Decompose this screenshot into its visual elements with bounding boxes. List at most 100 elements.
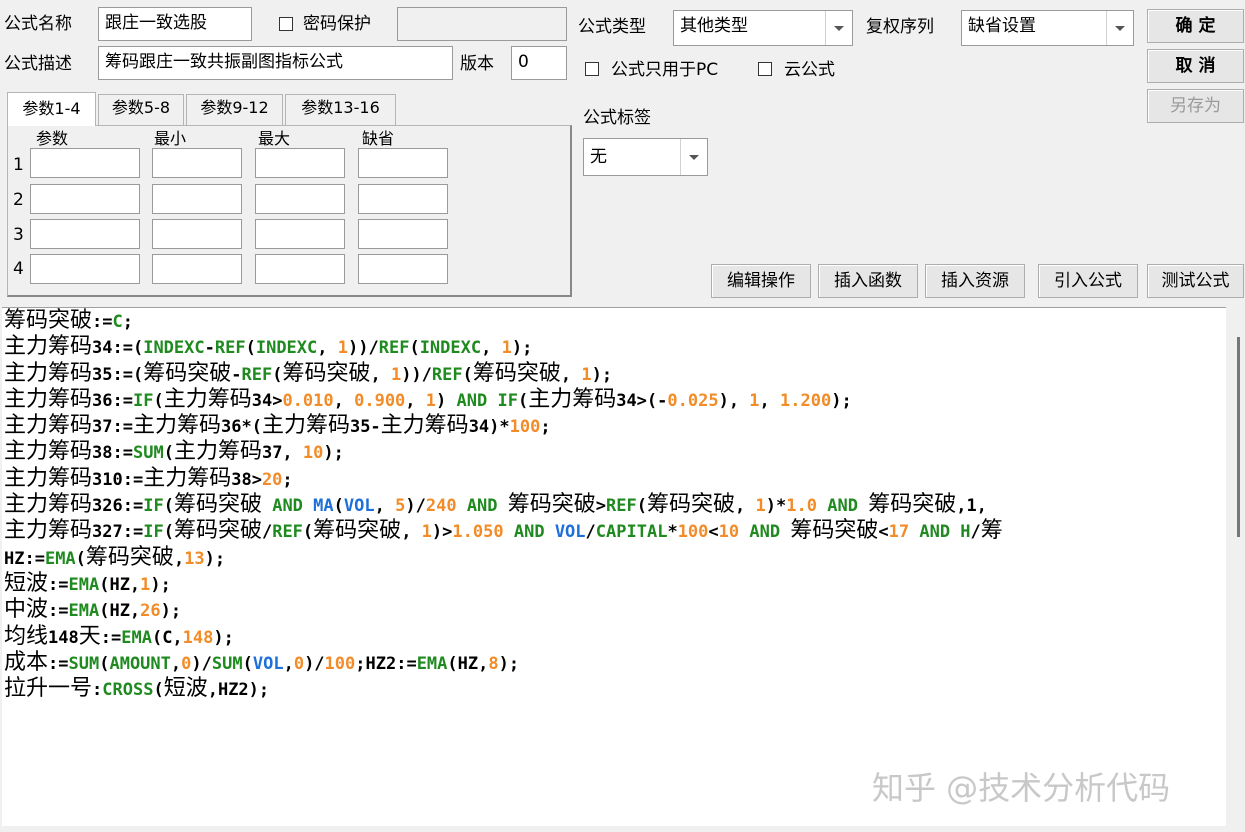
cloud-checkbox[interactable] — [758, 62, 772, 76]
code-token: (C, — [151, 627, 183, 648]
param-min-input[interactable] — [152, 184, 242, 214]
param-name-input[interactable] — [30, 148, 140, 178]
code-token: )/ — [304, 653, 325, 674]
cancel-button[interactable]: 取 消 — [1147, 49, 1244, 83]
code-token: ( — [99, 653, 110, 674]
param-max-input[interactable] — [255, 148, 345, 178]
param-name-input[interactable] — [30, 184, 140, 214]
code-token: 拉升一号: — [4, 676, 103, 702]
tag-value: 无 — [590, 147, 607, 167]
code-line: 短波:=EMA(HZ,1); — [4, 571, 1226, 597]
ok-button[interactable]: 确 定 — [1147, 9, 1244, 43]
code-token: REF — [241, 364, 273, 385]
chevron-down-icon[interactable] — [825, 11, 852, 45]
formula-desc-input[interactable]: 筹码跟庄一致共振副图指标公式 — [98, 46, 453, 80]
editor-scrollbar[interactable] — [1228, 307, 1245, 825]
code-token: (筹码突破, — [462, 360, 582, 386]
code-token: 100 — [509, 417, 541, 438]
code-token: 主力筹码34:=( — [4, 334, 144, 360]
param-max-input[interactable] — [255, 184, 345, 214]
param-min-input[interactable] — [152, 219, 242, 249]
code-token: ( — [409, 338, 420, 359]
formula-name-input[interactable]: 跟庄一致选股 — [98, 7, 252, 41]
param-max-input[interactable] — [255, 219, 345, 249]
code-line: 主力筹码327:=IF(筹码突破/REF(筹码突破, 1)>1.050 AND … — [4, 518, 1226, 544]
param-row-number: 3 — [13, 225, 24, 245]
formula-desc-label: 公式描述 — [4, 54, 72, 74]
code-token: EMA — [44, 548, 76, 569]
chevron-down-icon[interactable] — [680, 139, 707, 175]
rights-value: 缺省设置 — [968, 16, 1036, 36]
code-token: 1 — [337, 338, 348, 359]
formula-code-editor[interactable]: 筹码突破:=C; 主力筹码34:=(INDEXC-REF(INDEXC, 1))/… — [2, 307, 1226, 826]
tag-select[interactable]: 无 — [583, 138, 708, 176]
pc-only-label: 公式只用于PC — [611, 60, 719, 80]
version-input[interactable]: 0 — [511, 46, 567, 80]
code-token: 主力筹码35:=(筹码突破- — [4, 360, 242, 386]
code-token: INDEXC — [255, 338, 318, 359]
pc-only-checkbox[interactable] — [585, 62, 599, 76]
tab-params-5-8[interactable]: 参数5-8 — [98, 94, 184, 126]
code-token: 1 — [421, 522, 432, 543]
code-token: 中波:= — [4, 597, 69, 623]
code-token: AND — [513, 522, 545, 543]
code-token: 1 — [140, 574, 151, 595]
save-as-button[interactable]: 另存为 — [1147, 89, 1244, 123]
edit-operation-button[interactable]: 编辑操作 — [711, 264, 811, 298]
param-default-input[interactable] — [358, 184, 448, 214]
password-input[interactable] — [397, 7, 567, 41]
chevron-down-icon[interactable] — [1106, 11, 1133, 45]
tag-label: 公式标签 — [583, 108, 651, 128]
insert-resource-button[interactable]: 插入资源 — [925, 264, 1025, 298]
code-token: 0 — [293, 653, 305, 674]
formula-type-select[interactable]: 其他类型 — [673, 10, 853, 46]
code-token: 0 — [181, 653, 192, 674]
param-default-input[interactable] — [358, 219, 448, 249]
code-token: SUM — [211, 653, 243, 674]
code-token: ; — [540, 417, 551, 438]
code-token: < — [708, 522, 719, 543]
param-max-input[interactable] — [255, 254, 345, 284]
import-formula-button[interactable]: 引入公式 — [1038, 264, 1138, 298]
param-header-min: 最小 — [154, 129, 187, 148]
password-checkbox[interactable] — [279, 17, 293, 31]
code-token: VOL — [252, 653, 284, 674]
code-token: ); — [511, 338, 533, 359]
code-token: (筹码突破, — [302, 518, 422, 544]
code-token: ); — [498, 653, 520, 674]
rights-select[interactable]: 缺省设置 — [961, 10, 1134, 46]
code-line: 拉升一号:CROSS(短波,HZ2); — [4, 676, 1226, 702]
code-token: 成本:= — [4, 649, 69, 675]
param-min-input[interactable] — [152, 148, 242, 178]
code-token: SUM — [68, 653, 100, 674]
test-formula-button[interactable]: 测试公式 — [1147, 264, 1244, 298]
insert-function-button[interactable]: 插入函数 — [818, 264, 918, 298]
code-token: (筹码突破, — [272, 360, 391, 386]
tab-params-1-4[interactable]: 参数1-4 — [7, 92, 96, 126]
param-name-input[interactable] — [30, 254, 140, 284]
param-name-input[interactable] — [30, 219, 140, 249]
code-token: REF — [431, 364, 463, 385]
code-token: REF — [214, 338, 246, 359]
code-token: EMA — [68, 574, 100, 595]
param-default-input[interactable] — [358, 148, 448, 178]
code-token: 13 — [184, 548, 205, 569]
code-line: 主力筹码36:=IF(主力筹码34>0.010, 0.900, 1) AND I… — [4, 387, 1226, 413]
param-default-input[interactable] — [358, 254, 448, 284]
tab-params-13-16[interactable]: 参数13-16 — [285, 94, 396, 126]
code-token: - — [204, 338, 215, 359]
param-min-input[interactable] — [152, 254, 242, 284]
tab-params-9-12[interactable]: 参数9-12 — [186, 94, 283, 126]
code-token: 10 — [718, 522, 740, 543]
code-token: , — [759, 390, 781, 411]
code-line: 主力筹码37:=主力筹码36*(主力筹码35-主力筹码34)*100; — [4, 413, 1226, 439]
code-token: EMA — [416, 653, 448, 674]
scrollbar-thumb[interactable] — [1237, 337, 1240, 537]
code-token: 主力筹码326:= — [4, 492, 144, 518]
code-token: 20 — [261, 469, 283, 490]
code-line: 成本:=SUM(AMOUNT,0)/SUM(VOL,0)/100;HZ2:=EM… — [4, 650, 1226, 676]
